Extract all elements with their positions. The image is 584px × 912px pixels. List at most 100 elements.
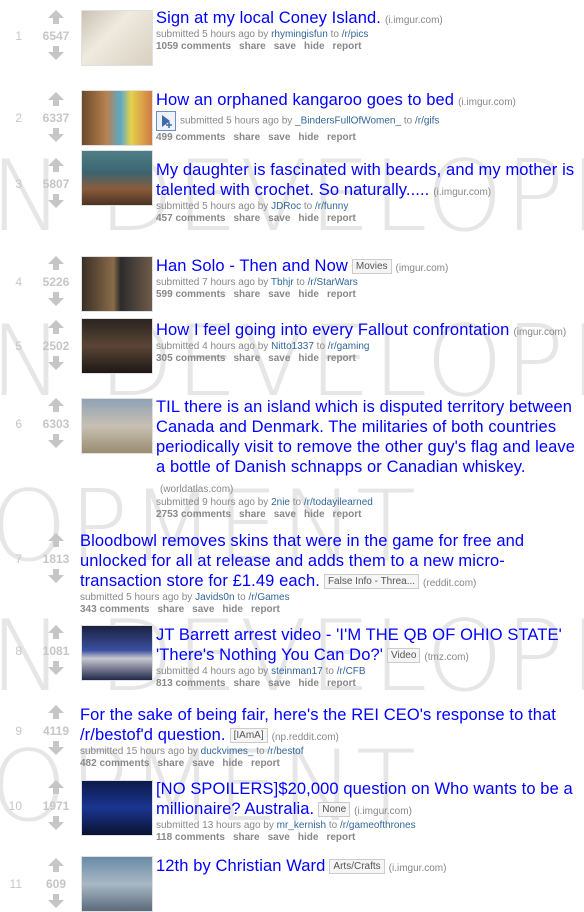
comments-link[interactable]: 2753 comments bbox=[156, 509, 231, 520]
share-button[interactable]: share bbox=[233, 132, 260, 143]
downvote-arrow-icon[interactable] bbox=[48, 661, 64, 675]
comments-link[interactable]: 1059 comments bbox=[156, 41, 231, 52]
save-button[interactable]: save bbox=[268, 213, 290, 224]
downvote-arrow-icon[interactable] bbox=[48, 816, 64, 830]
share-button[interactable]: share bbox=[233, 353, 260, 364]
subreddit-link[interactable]: /r/bestof bbox=[267, 746, 303, 757]
post-title-link[interactable]: How an orphaned kangaroo goes to bed bbox=[156, 91, 454, 109]
upvote-arrow-icon[interactable] bbox=[48, 256, 64, 270]
hide-button[interactable]: hide bbox=[298, 132, 319, 143]
hide-button[interactable]: hide bbox=[304, 41, 325, 52]
subreddit-link[interactable]: /r/CFB bbox=[337, 666, 366, 677]
upvote-arrow-icon[interactable] bbox=[48, 92, 64, 106]
upvote-arrow-icon[interactable] bbox=[48, 625, 64, 639]
subreddit-link[interactable]: /r/todayilearned bbox=[304, 497, 373, 508]
post-title-link[interactable]: JT Barrett arrest video - 'I'M THE QB OF… bbox=[156, 626, 562, 664]
post-title-link[interactable]: Sign at my local Coney Island. bbox=[156, 9, 381, 27]
share-button[interactable]: share bbox=[157, 758, 184, 769]
report-button[interactable]: report bbox=[327, 353, 356, 364]
author-link[interactable]: duckvimes_ bbox=[201, 746, 254, 757]
author-link[interactable]: Javids0n bbox=[195, 592, 234, 603]
author-link[interactable]: mr_kernish bbox=[277, 820, 326, 831]
share-button[interactable]: share bbox=[157, 604, 184, 615]
post-title-link[interactable]: 12th by Christian Ward bbox=[156, 857, 325, 875]
hide-button[interactable]: hide bbox=[298, 832, 319, 843]
save-button[interactable]: save bbox=[268, 132, 290, 143]
report-button[interactable]: report bbox=[327, 132, 356, 143]
upvote-arrow-icon[interactable] bbox=[48, 780, 64, 794]
comments-link[interactable]: 813 comments bbox=[156, 678, 225, 689]
subreddit-link[interactable]: /r/Games bbox=[248, 592, 289, 603]
upvote-arrow-icon[interactable] bbox=[48, 533, 64, 547]
upvote-arrow-icon[interactable] bbox=[48, 398, 64, 412]
share-button[interactable]: share bbox=[233, 289, 260, 300]
post-domain[interactable]: (imgur.com) bbox=[396, 263, 449, 274]
report-button[interactable]: report bbox=[251, 758, 280, 769]
save-button[interactable]: save bbox=[268, 353, 290, 364]
post-domain[interactable]: (imgur.com) bbox=[513, 327, 566, 338]
downvote-arrow-icon[interactable] bbox=[48, 46, 64, 60]
author-link[interactable]: Nitto1337 bbox=[271, 341, 314, 352]
author-link[interactable]: steinman17 bbox=[271, 666, 323, 677]
share-button[interactable]: share bbox=[233, 678, 260, 689]
save-button[interactable]: save bbox=[192, 604, 214, 615]
report-button[interactable]: report bbox=[327, 678, 356, 689]
post-domain[interactable]: (np.reddit.com) bbox=[272, 732, 339, 743]
hide-button[interactable]: hide bbox=[298, 678, 319, 689]
post-thumbnail[interactable] bbox=[81, 625, 153, 681]
downvote-arrow-icon[interactable] bbox=[48, 434, 64, 448]
post-title-link[interactable]: My daughter is fascinated with beards, a… bbox=[156, 161, 574, 199]
post-thumbnail[interactable] bbox=[81, 256, 153, 312]
author-link[interactable]: rhymingisfun bbox=[271, 29, 328, 40]
share-button[interactable]: share bbox=[239, 41, 266, 52]
report-button[interactable]: report bbox=[327, 289, 356, 300]
hide-button[interactable]: hide bbox=[298, 289, 319, 300]
subreddit-link[interactable]: /r/funny bbox=[315, 201, 348, 212]
post-domain[interactable]: (reddit.com) bbox=[423, 578, 476, 589]
comments-link[interactable]: 118 comments bbox=[156, 832, 225, 843]
comments-link[interactable]: 457 comments bbox=[156, 213, 225, 224]
post-domain[interactable]: (i.imgur.com) bbox=[433, 187, 491, 198]
downvote-arrow-icon[interactable] bbox=[48, 569, 64, 583]
hide-button[interactable]: hide bbox=[298, 353, 319, 364]
hide-button[interactable]: hide bbox=[304, 509, 325, 520]
author-link[interactable]: _BindersFullOfWomen_ bbox=[295, 116, 401, 127]
comments-link[interactable]: 599 comments bbox=[156, 289, 225, 300]
upvote-arrow-icon[interactable] bbox=[48, 858, 64, 872]
post-domain[interactable]: (i.imgur.com) bbox=[385, 15, 443, 26]
subreddit-link[interactable]: /r/StarWars bbox=[308, 277, 358, 288]
upvote-arrow-icon[interactable] bbox=[48, 10, 64, 24]
comments-link[interactable]: 482 comments bbox=[80, 758, 149, 769]
downvote-arrow-icon[interactable] bbox=[48, 894, 64, 908]
subreddit-link[interactable]: /r/gameofthrones bbox=[340, 820, 416, 831]
save-button[interactable]: save bbox=[192, 758, 214, 769]
downvote-arrow-icon[interactable] bbox=[48, 292, 64, 306]
hide-button[interactable]: hide bbox=[222, 758, 243, 769]
subreddit-link[interactable]: /r/gaming bbox=[328, 341, 370, 352]
save-button[interactable]: save bbox=[268, 678, 290, 689]
report-button[interactable]: report bbox=[333, 509, 362, 520]
upvote-arrow-icon[interactable] bbox=[48, 320, 64, 334]
author-link[interactable]: JDRoc bbox=[271, 201, 301, 212]
downvote-arrow-icon[interactable] bbox=[48, 356, 64, 370]
post-thumbnail[interactable] bbox=[81, 90, 153, 146]
post-thumbnail[interactable] bbox=[81, 10, 153, 66]
report-button[interactable]: report bbox=[251, 604, 280, 615]
downvote-arrow-icon[interactable] bbox=[48, 194, 64, 208]
author-link[interactable]: Tbhjr bbox=[271, 277, 294, 288]
save-button[interactable]: save bbox=[268, 289, 290, 300]
subreddit-link[interactable]: /r/pics bbox=[342, 29, 369, 40]
post-thumbnail[interactable] bbox=[81, 150, 153, 206]
hide-button[interactable]: hide bbox=[298, 213, 319, 224]
hide-button[interactable]: hide bbox=[222, 604, 243, 615]
post-domain[interactable]: (i.imgur.com) bbox=[458, 97, 516, 108]
report-button[interactable]: report bbox=[326, 832, 355, 843]
post-thumbnail[interactable] bbox=[81, 856, 153, 912]
post-thumbnail[interactable] bbox=[81, 780, 153, 836]
post-thumbnail[interactable] bbox=[81, 318, 153, 374]
upvote-arrow-icon[interactable] bbox=[48, 158, 64, 172]
downvote-arrow-icon[interactable] bbox=[48, 741, 64, 755]
downvote-arrow-icon[interactable] bbox=[48, 128, 64, 142]
comments-link[interactable]: 499 comments bbox=[156, 132, 225, 143]
save-button[interactable]: save bbox=[268, 832, 290, 843]
